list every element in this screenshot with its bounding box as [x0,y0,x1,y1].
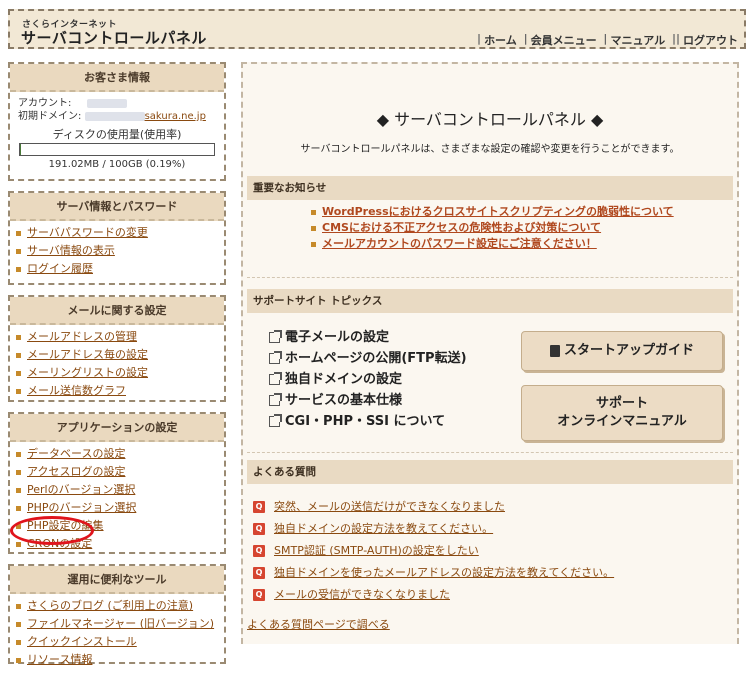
domain-value-redacted [84,111,145,121]
sidebar-item-login-history[interactable]: ログイン履歴 [16,260,218,278]
tools-box: 運用に便利なツール さくらのブログ (ご利用上の注意) ファイルマネージャー (… [8,564,226,666]
page-description: サーバコントロールパネルは、さまざまな設定の確認や変更を行うことができます。 [300,144,680,155]
faq-more: よくある質問ページで調べる [247,616,390,632]
bullet-icon [311,209,316,215]
bullet-icon [16,487,21,493]
sidebar-item-file-manager[interactable]: ファイルマネージャー (旧バージョン) [16,615,218,633]
main-panel: ◆ サーバコントロールパネル ◆ サーバコントロールパネルは、さまざまな設定の確… [241,62,739,644]
bullet-icon [16,505,21,511]
news-title: 重要なお知らせ [247,176,733,200]
faq-item[interactable]: Q 独自ドメインの設定方法を教えてください。 [253,518,733,540]
external-link-icon [269,372,282,385]
bullet-icon [16,352,21,358]
brand-title: サーバコントロールパネル [21,29,207,47]
news-item[interactable]: CMSにおける不正アクセスの危険性および対策について [311,220,733,236]
external-link-icon [269,330,282,343]
news-section: 重要なお知らせ WordPressにおけるクロスサイトスクリプティングの脆弱性に… [247,176,733,276]
bullet-icon [16,541,21,547]
sidebar-item-perl-version[interactable]: Perlのバージョン選択 [16,481,218,499]
account-value-redacted [86,98,127,108]
topics-section: サポートサイト トピックス 電子メールの設定 ホームページの公開(FTP転送) … [247,289,733,449]
sidebar-item-resource-info[interactable]: リソース情報 [16,651,218,669]
external-link-icon [269,351,282,364]
question-icon: Q [253,589,265,601]
top-nav: | ホーム | 会員メニュー | マニュアル || ログアウト [477,32,738,48]
sidebar-item-access-log[interactable]: アクセスログの設定 [16,463,218,481]
sidebar: お客さま情報 アカウント: 初期ドメイン: sakura.ne.jp ディスクの… [8,62,226,674]
bullet-icon [16,603,21,609]
bullet-icon [16,451,21,457]
bullet-icon [16,388,21,394]
faq-title: よくある質問 [247,460,733,484]
disk-usage-label: ディスクの使用量(使用率) [52,128,182,141]
bullet-icon [16,266,21,272]
domain-link[interactable]: sakura.ne.jp [145,111,206,122]
sidebar-item-blog[interactable]: さくらのブログ (ご利用上の注意) [16,597,218,615]
disk-usage-value: 191.02MB / 100GB (0.19%) [48,159,186,170]
bullet-icon [16,230,21,236]
faq-item[interactable]: Q SMTP認証 (SMTP-AUTH)の設定をしたい [253,540,733,562]
sidebar-item-mail-graph[interactable]: メール送信数グラフ [16,382,218,400]
online-manual-button[interactable]: サポート オンラインマニュアル [521,385,723,441]
bullet-icon [16,248,21,254]
customer-info-title: お客さま情報 [10,64,224,92]
app-settings-title: アプリケーションの設定 [10,414,224,442]
question-icon: Q [253,545,265,557]
question-icon: Q [253,567,265,579]
sidebar-item-database[interactable]: データベースの設定 [16,445,218,463]
mail-settings-box: メールに関する設定 メールアドレスの管理 メールアドレス毎の設定 メーリングリス… [8,295,226,402]
page-title: ◆ サーバコントロールパネル ◆ [376,110,604,129]
external-link-icon [269,414,282,427]
header-bar: さくらインターネット サーバコントロールパネル | ホーム | 会員メニュー | マニ… [8,9,746,49]
faq-item[interactable]: Q メールの受信ができなくなりました [253,584,733,606]
sidebar-item-mailing-list[interactable]: メーリングリストの設定 [16,364,218,382]
bullet-icon [16,370,21,376]
tools-title: 運用に便利なツール [10,566,224,594]
faq-more-link[interactable]: よくある質問ページで調べる [247,618,390,631]
sidebar-item-quick-install[interactable]: クイックインストール [16,633,218,651]
nav-member-menu-link[interactable]: 会員メニュー [531,32,597,48]
divider [247,277,733,278]
server-info-box: サーバ情報とパスワード サーバパスワードの変更 サーバ情報の表示 ログイン履歴 [8,191,226,285]
faq-section: よくある質問 Q 突然、メールの送信だけができなくなりました Q 独自ドメインの設定… [247,460,733,610]
question-icon: Q [253,501,265,513]
nav-logout-link[interactable]: ログアウト [683,32,738,48]
bullet-icon [16,469,21,475]
bullet-icon [311,225,316,231]
sidebar-item-php-version[interactable]: PHPのバージョン選択 [16,499,218,517]
customer-info-box: お客さま情報 アカウント: 初期ドメイン: sakura.ne.jp ディスクの… [8,62,226,181]
nav-home-link[interactable]: ホーム [484,32,517,48]
sidebar-item-server-password[interactable]: サーバパスワードの変更 [16,224,218,242]
news-item[interactable]: メールアカウントのパスワード設定にご注意ください！ [311,236,733,252]
bullet-icon [16,621,21,627]
bullet-icon [311,241,316,247]
server-info-title: サーバ情報とパスワード [10,193,224,221]
book-icon [549,345,560,357]
sidebar-item-server-info[interactable]: サーバ情報の表示 [16,242,218,260]
domain-label: 初期ドメイン: [18,111,82,122]
sidebar-item-mail-address[interactable]: メールアドレスの管理 [16,328,218,346]
faq-item[interactable]: Q 突然、メールの送信だけができなくなりました [253,496,733,518]
mail-settings-title: メールに関する設定 [10,297,224,325]
startup-guide-button[interactable]: スタートアップガイド [521,331,723,371]
account-info: アカウント: 初期ドメイン: sakura.ne.jp ディスクの使用量(使用率… [10,92,224,175]
news-item[interactable]: WordPressにおけるクロスサイトスクリプティングの脆弱性について [311,204,733,220]
account-label: アカウント: [18,98,72,109]
cron-highlight-circle [10,516,94,545]
question-icon: Q [253,523,265,535]
sidebar-item-mail-per-address[interactable]: メールアドレス毎の設定 [16,346,218,364]
bullet-icon [16,334,21,340]
disk-usage-bar [19,143,215,156]
external-link-icon [269,393,282,406]
divider [247,452,733,453]
nav-manual-link[interactable]: マニュアル [610,32,665,48]
bullet-icon [16,657,21,663]
topics-title: サポートサイト トピックス [247,289,733,313]
faq-item[interactable]: Q 独自ドメインを使ったメールアドレスの設定方法を教えてください。 [253,562,733,584]
